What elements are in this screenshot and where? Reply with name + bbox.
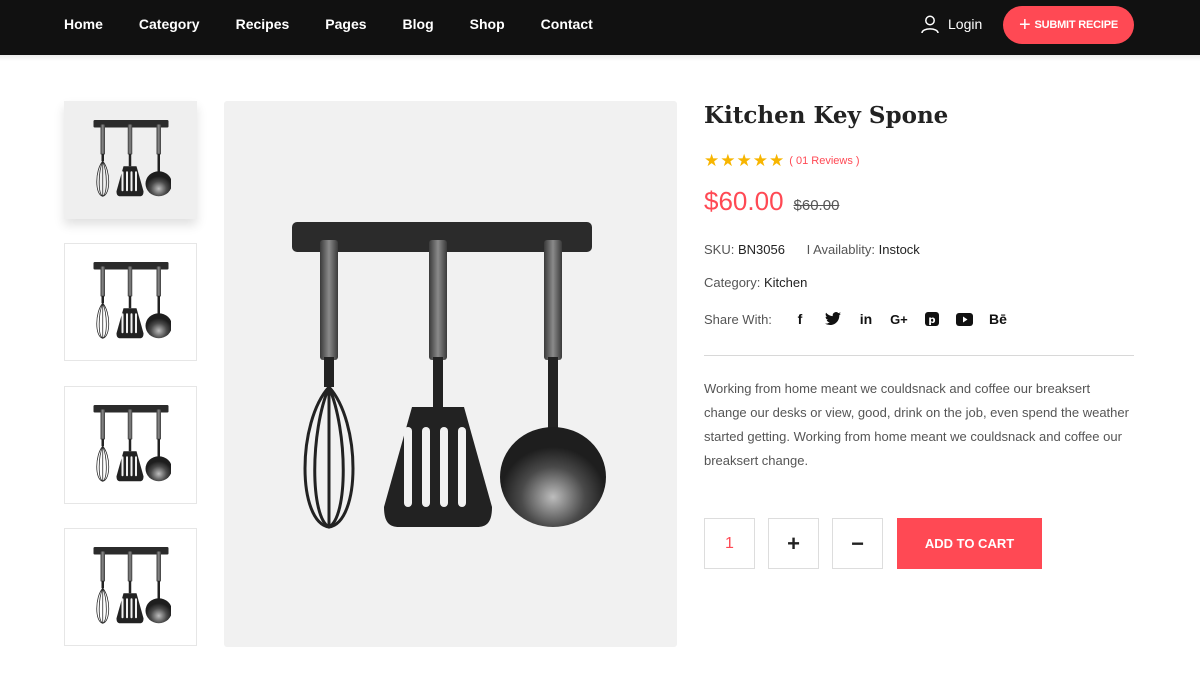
product-title: Kitchen Key Spone (704, 102, 949, 129)
star-icon: ★ (736, 151, 752, 170)
main-product-image (224, 101, 677, 647)
utensils-thumbnail-image (92, 120, 171, 197)
current-price: $60.00 (704, 186, 784, 216)
linkedin-icon[interactable]: in (852, 309, 880, 329)
share-row: Share With: f in G+ p Bē (704, 309, 1017, 329)
sku-value: BN3056 (737, 242, 785, 257)
reviews-link[interactable]: ( 01 Reviews ) (789, 155, 859, 167)
youtube-icon[interactable] (951, 309, 979, 329)
thumbnail-4[interactable] (64, 528, 197, 646)
nav-blog[interactable]: Blog (403, 16, 434, 32)
star-icon: ★ (704, 151, 720, 170)
star-icon: ★ (769, 151, 785, 170)
utensils-image (290, 220, 608, 529)
share-icons: f in G+ p Bē (786, 309, 1017, 329)
thumbnail-3[interactable] (64, 386, 197, 504)
sku-availability: SKU: BN3056 I Availablity: Instock (704, 242, 920, 257)
sku-label: SKU: (704, 242, 735, 257)
twitter-icon[interactable] (819, 309, 847, 329)
utensils-thumbnail-image (92, 547, 171, 624)
star-icon: ★ (720, 151, 736, 170)
user-icon (921, 15, 939, 34)
utensils-thumbnail-image (92, 262, 171, 339)
nav-category[interactable]: Category (139, 16, 200, 32)
nav-shop[interactable]: Shop (470, 16, 505, 32)
utensils-thumbnail-image (92, 405, 171, 482)
behance-icon[interactable]: Bē (984, 309, 1012, 329)
plus-icon: + (1018, 14, 1031, 36)
pinterest-icon[interactable]: p (918, 309, 946, 329)
thumbnail-2[interactable] (64, 243, 197, 361)
header-shadow (0, 55, 1200, 61)
old-price: $60.00 (793, 197, 840, 214)
availability-label: I Availablity: (806, 242, 875, 257)
thumbnail-1[interactable] (64, 101, 197, 219)
top-navbar: Home Category Recipes Pages Blog Shop Co… (0, 0, 1200, 55)
submit-recipe-button[interactable]: + SUBMIT RECIPE (1003, 6, 1134, 44)
quantity-input[interactable]: 1 (704, 518, 755, 569)
nav-pages[interactable]: Pages (325, 16, 366, 32)
divider (704, 355, 1134, 356)
nav-home[interactable]: Home (64, 16, 103, 32)
add-to-cart-button[interactable]: ADD TO CART (897, 518, 1042, 569)
nav-contact[interactable]: Contact (541, 16, 593, 32)
login-link[interactable]: Login (920, 14, 982, 34)
quantity-decrease-button[interactable]: − (832, 518, 883, 569)
category-value[interactable]: Kitchen (764, 275, 807, 290)
nav-recipes[interactable]: Recipes (236, 16, 290, 32)
star-icon: ★ (752, 151, 768, 170)
quantity-increase-button[interactable]: + (768, 518, 819, 569)
category-row: Category: Kitchen (704, 275, 807, 290)
google-plus-icon[interactable]: G+ (885, 309, 913, 329)
facebook-icon[interactable]: f (786, 309, 814, 329)
login-label: Login (948, 16, 983, 32)
share-label: Share With: (704, 311, 772, 327)
category-label: Category: (704, 275, 761, 290)
product-description: Working from home meant we couldsnack an… (704, 381, 1129, 468)
price-row: $60.00 $60.00 (704, 186, 839, 217)
submit-recipe-label: SUBMIT RECIPE (1034, 19, 1119, 31)
availability-value: Instock (878, 242, 920, 257)
svg-text:p: p (928, 315, 935, 326)
main-nav: Home Category Recipes Pages Blog Shop Co… (64, 0, 629, 48)
rating: ★ ★ ★ ★ ★ ( 01 Reviews ) (704, 152, 860, 169)
